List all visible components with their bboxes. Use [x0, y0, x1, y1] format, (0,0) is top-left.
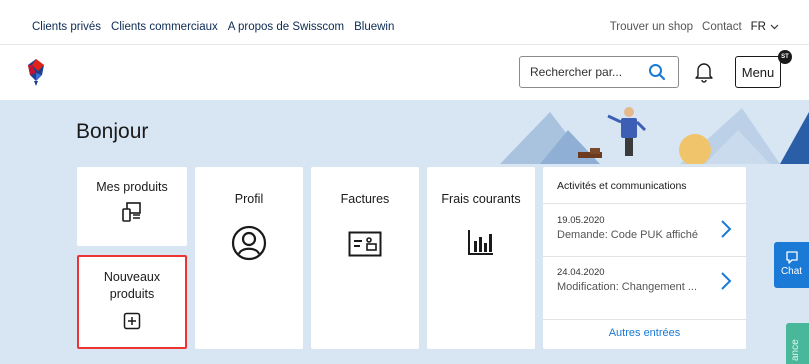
header: Rechercher par... Menu ST [0, 45, 809, 100]
avatar[interactable]: ST [778, 50, 792, 64]
tile-title: Profil [234, 192, 264, 206]
page-title: Bonjour [76, 120, 149, 143]
activity-text: Demande: Code PUK affiché [557, 229, 699, 241]
tile-title: Nouveaux produits [103, 270, 161, 301]
activity-text: Modification: Changement ... [557, 281, 698, 293]
tile-nouveaux-produits[interactable]: Nouveaux produits [77, 255, 187, 349]
tile-frais-courants[interactable]: Frais courants [427, 167, 535, 349]
bell-icon[interactable] [694, 61, 714, 83]
nav-a-propos[interactable]: A propos de Swisscom [228, 21, 344, 33]
nav-bluewin[interactable]: Bluewin [354, 21, 394, 33]
top-bar: Clients privés Clients commerciaux A pro… [0, 0, 809, 44]
tile-title: Frais courants [441, 192, 521, 206]
language-label: FR [750, 21, 766, 33]
top-navigation: Clients privés Clients commerciaux A pro… [32, 21, 394, 33]
search-icon [649, 64, 666, 81]
search-input[interactable]: Rechercher par... [530, 65, 646, 79]
swisscom-logo-icon[interactable] [24, 57, 48, 87]
side-tab-green[interactable]: ance [786, 323, 809, 364]
tile-title: Factures [340, 192, 390, 206]
top-right-links: Trouver un shop Contact FR [610, 21, 779, 33]
chevron-right-icon [721, 220, 732, 238]
activity-date: 19.05.2020 [557, 215, 605, 226]
invoice-icon [348, 231, 382, 257]
divider [543, 319, 746, 320]
language-selector[interactable]: FR [751, 21, 779, 33]
activity-title: Activités et communications [557, 180, 687, 192]
search-button[interactable] [646, 61, 668, 83]
mountain-illustration [500, 107, 809, 164]
devices-icon [122, 202, 141, 222]
tile-mes-produits[interactable]: Mes produits [77, 167, 187, 246]
tile-title: Mes produits [96, 180, 168, 194]
plus-box-icon [123, 312, 141, 330]
search-box: Rechercher par... [519, 56, 679, 88]
chevron-down-icon [770, 24, 779, 30]
user-profile-icon [231, 225, 267, 261]
tile-profil[interactable]: Profil [195, 167, 303, 349]
side-tab-label: ance [790, 339, 801, 361]
chevron-right-icon [721, 272, 732, 290]
activity-date: 24.04.2020 [557, 267, 605, 278]
link-trouver-shop[interactable]: Trouver un shop [610, 21, 693, 33]
tile-factures[interactable]: Factures [311, 167, 419, 349]
menu-button[interactable]: Menu [735, 56, 781, 88]
divider [543, 256, 746, 257]
chat-button[interactable]: Chat [774, 242, 809, 288]
nav-clients-commerciaux[interactable]: Clients commerciaux [111, 21, 218, 33]
link-contact[interactable]: Contact [702, 21, 742, 33]
autres-entrees-link[interactable]: Autres entrées [543, 327, 746, 339]
divider [543, 203, 746, 204]
activity-panel: Activités et communications 19.05.2020 D… [543, 167, 746, 349]
chat-label: Chat [780, 266, 803, 277]
activity-item[interactable]: 19.05.2020 Demande: Code PUK affiché [543, 207, 746, 255]
chat-bubble-icon [785, 251, 798, 264]
hero-banner: Bonjour [0, 100, 809, 164]
nav-clients-prives[interactable]: Clients privés [32, 21, 101, 33]
activity-item[interactable]: 24.04.2020 Modification: Changement ... [543, 259, 746, 307]
bar-chart-icon [468, 230, 493, 255]
